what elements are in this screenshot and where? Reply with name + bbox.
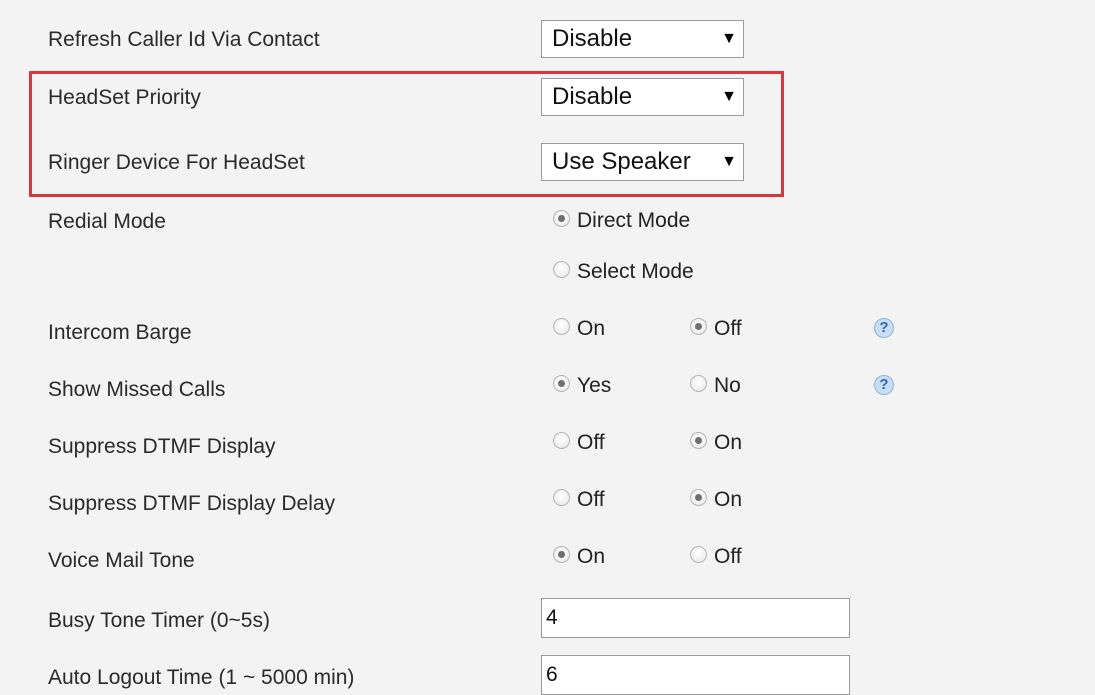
radio-label: Off <box>577 431 605 454</box>
auto-logout-time-label: Auto Logout Time (1 ~ 5000 min) <box>48 666 355 689</box>
refresh-caller-id-value: Disable <box>552 25 633 52</box>
show-missed-calls-label: Show Missed Calls <box>48 378 226 401</box>
headset-priority-label: HeadSet Priority <box>48 86 201 109</box>
intercom-barge-on-radio[interactable]: On <box>553 317 605 341</box>
ringer-device-select[interactable]: Use Speaker ▼ <box>541 143 744 181</box>
radio-unchecked-icon <box>690 374 707 392</box>
radio-label: Direct Mode <box>577 209 691 232</box>
refresh-caller-id-label: Refresh Caller Id Via Contact <box>48 28 320 51</box>
radio-label: Select Mode <box>577 260 694 283</box>
radio-label: On <box>714 488 743 511</box>
busy-tone-timer-input[interactable]: 4 <box>541 598 850 638</box>
radio-unchecked-icon <box>553 488 570 506</box>
radio-checked-icon <box>553 545 570 563</box>
refresh-caller-id-select[interactable]: Disable ▼ <box>541 20 744 58</box>
radio-label: Yes <box>577 374 612 397</box>
show-missed-calls-no-radio[interactable]: No <box>690 374 741 398</box>
radio-unchecked-icon <box>690 545 707 563</box>
redial-mode-label: Redial Mode <box>48 210 166 233</box>
radio-label: On <box>577 317 606 340</box>
radio-checked-icon <box>553 209 570 227</box>
headset-priority-value: Disable <box>552 83 633 110</box>
help-icon[interactable]: ? <box>874 318 894 338</box>
suppress-dtmf-delay-off-radio[interactable]: Off <box>553 488 605 512</box>
voice-mail-tone-on-radio[interactable]: On <box>553 545 605 569</box>
auto-logout-time-input[interactable]: 6 <box>541 655 850 695</box>
dropdown-arrow-icon: ▼ <box>721 153 737 170</box>
ringer-device-value: Use Speaker <box>552 148 691 175</box>
radio-checked-icon <box>690 317 707 335</box>
radio-checked-icon <box>690 488 707 506</box>
dropdown-arrow-icon: ▼ <box>721 30 737 47</box>
radio-label: On <box>577 545 606 568</box>
suppress-dtmf-display-on-radio[interactable]: On <box>690 431 742 455</box>
radio-unchecked-icon <box>553 431 570 449</box>
intercom-barge-label: Intercom Barge <box>48 321 192 344</box>
radio-unchecked-icon <box>553 317 570 335</box>
busy-tone-timer-label: Busy Tone Timer (0~5s) <box>48 609 270 632</box>
radio-label: Off <box>714 317 742 340</box>
help-icon[interactable]: ? <box>874 375 894 395</box>
radio-checked-icon <box>553 374 570 392</box>
radio-label: On <box>714 431 743 454</box>
redial-select-mode-radio[interactable]: Select Mode <box>553 260 694 284</box>
radio-unchecked-icon <box>553 260 570 278</box>
suppress-dtmf-delay-on-radio[interactable]: On <box>690 488 742 512</box>
show-missed-calls-yes-radio[interactable]: Yes <box>553 374 611 398</box>
radio-label: Off <box>577 488 605 511</box>
headset-priority-select[interactable]: Disable ▼ <box>541 78 744 116</box>
redial-direct-mode-radio[interactable]: Direct Mode <box>553 209 690 233</box>
dropdown-arrow-icon: ▼ <box>721 88 737 105</box>
settings-panel: Refresh Caller Id Via Contact Disable ▼ … <box>0 0 1095 695</box>
radio-label: No <box>714 374 741 397</box>
suppress-dtmf-delay-label: Suppress DTMF Display Delay <box>48 492 336 515</box>
suppress-dtmf-display-label: Suppress DTMF Display <box>48 435 276 458</box>
voice-mail-tone-off-radio[interactable]: Off <box>690 545 742 569</box>
voice-mail-tone-label: Voice Mail Tone <box>48 549 195 572</box>
radio-checked-icon <box>690 431 707 449</box>
radio-label: Off <box>714 545 742 568</box>
suppress-dtmf-display-off-radio[interactable]: Off <box>553 431 605 455</box>
intercom-barge-off-radio[interactable]: Off <box>690 317 742 341</box>
ringer-device-label: Ringer Device For HeadSet <box>48 151 305 174</box>
